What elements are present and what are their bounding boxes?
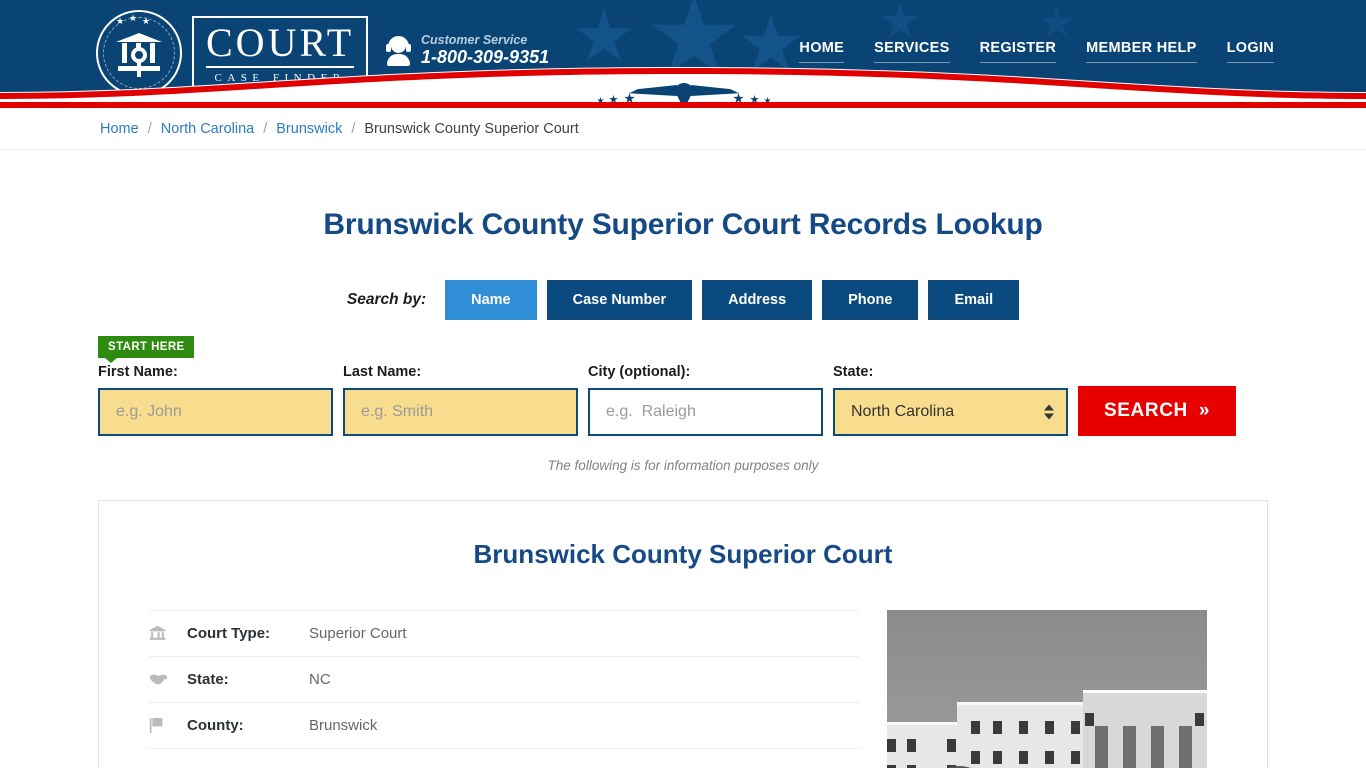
search-button[interactable]: SEARCH » [1078,386,1237,436]
court-card-title: Brunswick County Superior Court [473,539,893,569]
courthouse-photo [887,610,1207,768]
detail-label: State: [187,671,229,688]
last-name-input[interactable] [343,388,578,436]
start-here-badge: START HERE [98,336,194,363]
tab-case-number[interactable]: Case Number [546,280,693,320]
breadcrumb: Home / North Carolina / Brunswick / Brun… [0,108,1366,150]
main-navigation: HOME SERVICES REGISTER MEMBER HELP LOGIN [799,40,1274,63]
first-name-label: First Name: [98,364,178,380]
breadcrumb-separator: / [351,120,356,137]
state-select[interactable]: North Carolina [833,388,1068,436]
patriotic-wave-banner [0,62,1366,108]
search-by-label: Search by: [346,291,427,308]
detail-row-court-type: Court Type: Superior Court [149,610,859,657]
last-name-label: Last Name: [343,364,422,380]
header-red-stripe [0,102,1366,108]
search-button-label: SEARCH [1104,400,1188,421]
breadcrumb-item-state[interactable]: North Carolina [161,121,255,137]
double-chevron-right-icon: » [1198,400,1211,421]
nav-item-services[interactable]: SERVICES [874,40,950,63]
detail-value: Brunswick [309,717,378,734]
bank-icon [149,625,187,642]
tab-name[interactable]: Name [445,280,537,320]
detail-label: County: [187,717,244,734]
search-form: START HERE First Name: Last Name: City (… [0,336,1366,473]
nav-item-member-help[interactable]: MEMBER HELP [1086,40,1197,63]
breadcrumb-item-county[interactable]: Brunswick [276,121,342,137]
flag-icon [149,717,187,734]
tab-address[interactable]: Address [702,280,813,320]
detail-row-state: State: NC [149,657,859,703]
tab-email[interactable]: Email [928,280,1020,320]
detail-row-county: County: Brunswick [149,703,859,749]
breadcrumb-separator: / [147,120,152,137]
state-field-group: State: North Carolina [833,364,1068,436]
detail-value: Superior Court [309,625,407,642]
city-input[interactable] [588,388,823,436]
search-disclaimer: The following is for information purpose… [547,458,819,473]
court-info-card: Brunswick County Superior Court Court Ty… [98,500,1268,768]
breadcrumb-item-home[interactable]: Home [100,121,139,137]
state-label: State: [833,364,874,380]
search-by-tabs: Search by: Name Case Number Address Phon… [0,280,1366,320]
detail-label: Court Type: [187,625,271,642]
tab-phone[interactable]: Phone [822,280,919,320]
first-name-input[interactable] [98,388,333,436]
city-field-group: City (optional): [588,364,823,436]
breadcrumb-item-current: Brunswick County Superior Court [364,120,579,137]
court-details-list: Court Type: Superior Court State: NC Cou… [149,610,859,768]
nav-item-home[interactable]: HOME [799,40,845,63]
last-name-field-group: Last Name: [343,364,578,436]
site-header: ★ ★ ★ COURT CASE FINDER Customer Service… [0,0,1366,108]
usa-map-icon [149,672,187,687]
nav-item-register[interactable]: REGISTER [979,40,1057,63]
first-name-field-group: First Name: [98,364,333,436]
nav-item-login[interactable]: LOGIN [1226,40,1274,63]
detail-value: NC [309,671,331,688]
city-label: City (optional): [588,364,691,380]
breadcrumb-separator: / [263,120,268,137]
page-title: Brunswick County Superior Court Records … [323,208,1043,241]
customer-service-label: Customer Service [421,33,528,47]
chevron-updown-icon [1044,404,1054,420]
